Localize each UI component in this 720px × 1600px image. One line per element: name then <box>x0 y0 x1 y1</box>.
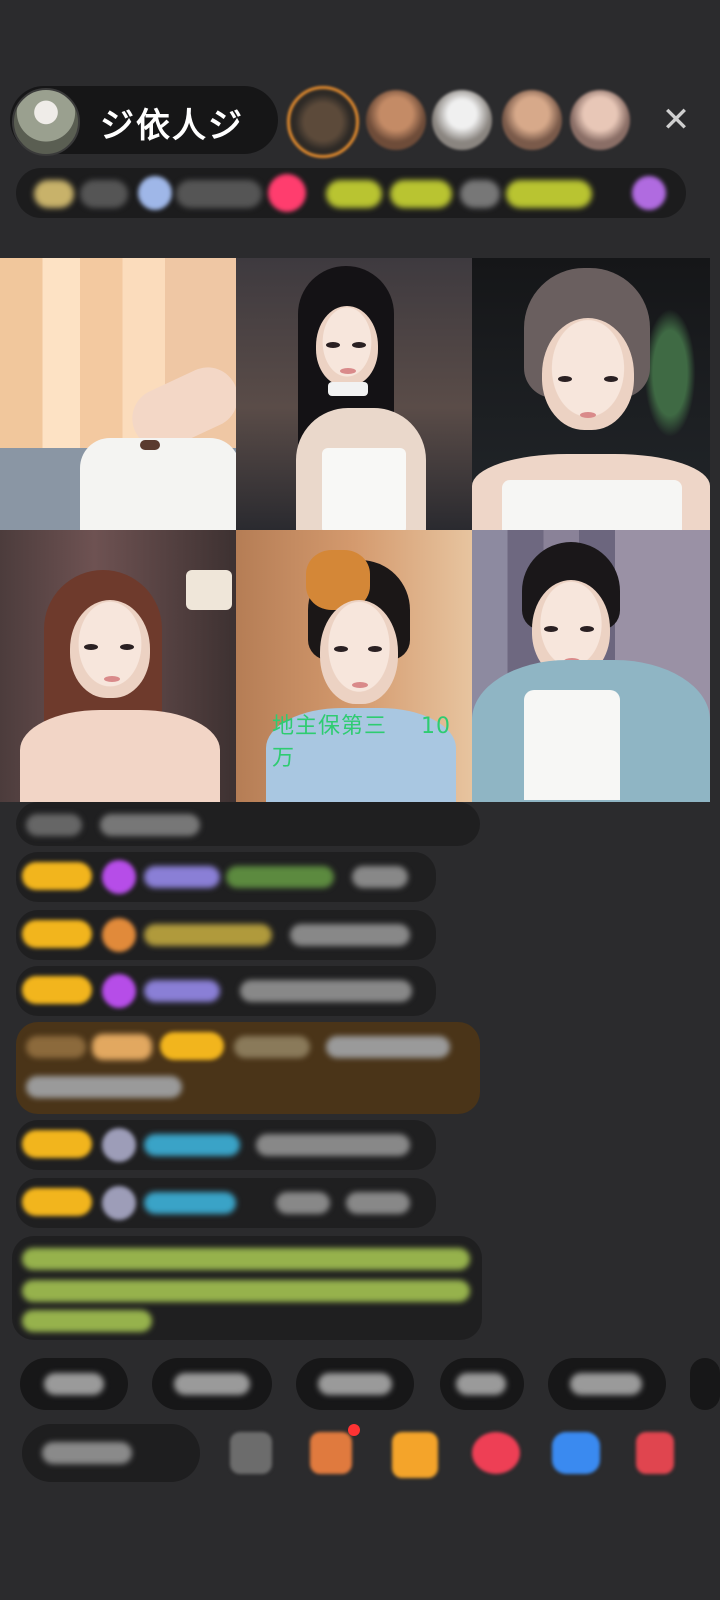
quick-reply-3[interactable] <box>296 1358 414 1410</box>
blurred-chat-text <box>226 866 334 888</box>
chat-message-1[interactable] <box>16 802 480 846</box>
user-avatar-icon <box>102 1186 136 1220</box>
video-tile-4[interactable] <box>0 530 236 802</box>
blurred-chat-text <box>256 1134 410 1156</box>
video-grid: 地主保第三 10万 <box>0 258 710 802</box>
blurred-rank-text <box>80 180 128 208</box>
blurred-chat-text <box>276 1192 330 1214</box>
blurred-notice-text <box>22 1310 152 1332</box>
blurred-status-icon <box>138 176 172 210</box>
user-level-badge <box>22 920 92 948</box>
viewer-avatar-2[interactable] <box>366 90 426 150</box>
blurred-rank-chip <box>34 180 74 208</box>
user-level-badge <box>22 1188 92 1216</box>
game-icon[interactable] <box>552 1432 600 1474</box>
blurred-user-name <box>144 924 272 946</box>
blurred-status-text <box>176 180 262 208</box>
video-tile-1[interactable] <box>0 258 236 530</box>
blurred-chat-text <box>290 924 410 946</box>
blurred-user-name <box>144 1134 240 1156</box>
blurred-user-name <box>234 1036 310 1058</box>
more-icon[interactable] <box>230 1432 272 1474</box>
video-tile-6[interactable] <box>472 530 710 802</box>
blurred-chat-text <box>346 1192 410 1214</box>
quick-reply-6[interactable] <box>690 1358 720 1410</box>
chat-input[interactable] <box>22 1424 200 1482</box>
viewer-avatar-4[interactable] <box>502 90 562 150</box>
gem-icon <box>102 974 136 1008</box>
viewer-avatar-5[interactable] <box>570 90 630 150</box>
quick-reply-4[interactable] <box>440 1358 524 1410</box>
red-envelope-icon[interactable] <box>472 1432 520 1474</box>
present-icon[interactable] <box>636 1432 674 1474</box>
viewer-avatar-3[interactable] <box>432 90 492 150</box>
user-avatar-icon <box>102 1128 136 1162</box>
blurred-notice-text <box>22 1280 470 1302</box>
blurred-chat-text <box>326 1036 450 1058</box>
blurred-notice-text <box>22 1248 470 1270</box>
gift-icon[interactable] <box>632 176 666 210</box>
blurred-chat-text <box>352 866 408 888</box>
blurred-notice-4 <box>506 180 592 208</box>
user-level-badge <box>22 976 92 1004</box>
blurred-chat-text <box>26 1076 182 1098</box>
blurred-user-name <box>144 980 220 1002</box>
video-tile-3[interactable] <box>472 258 710 530</box>
blurred-notice-1 <box>326 180 382 208</box>
video-tile-5[interactable]: 地主保第三 10万 <box>236 530 472 802</box>
blurred-chat-text <box>26 814 82 836</box>
tile-caption-rank: 地主保第三 10万 <box>272 708 472 772</box>
gem-icon <box>102 860 136 894</box>
gift-box-icon[interactable] <box>310 1432 352 1474</box>
blurred-user-level <box>26 1036 86 1058</box>
blurred-user-name <box>144 1192 236 1214</box>
blurred-user-level <box>92 1034 152 1060</box>
blurred-notice-3 <box>460 180 500 208</box>
quick-reply-2[interactable] <box>152 1358 272 1410</box>
host-name: ジ依人ジ <box>100 106 244 146</box>
viewer-avatar-1[interactable] <box>287 86 359 158</box>
blurred-chat-text <box>240 980 412 1002</box>
blurred-user-name <box>144 866 220 888</box>
user-level-badge <box>22 862 92 890</box>
caption-rank-text: 地主保第三 <box>272 714 388 739</box>
fan-badge-icon <box>102 918 136 952</box>
notification-dot <box>348 1424 360 1436</box>
quick-reply-5[interactable] <box>548 1358 666 1410</box>
treasure-icon[interactable] <box>392 1432 438 1478</box>
blurred-chat-text <box>100 814 200 836</box>
user-level-badge <box>22 1130 92 1158</box>
host-avatar[interactable] <box>12 88 80 156</box>
close-icon[interactable]: ✕ <box>656 100 696 140</box>
user-level-badge <box>160 1032 224 1060</box>
video-tile-2[interactable] <box>236 258 472 530</box>
blurred-notice-2 <box>390 180 452 208</box>
quick-reply-1[interactable] <box>20 1358 128 1410</box>
heart-icon[interactable] <box>268 174 306 212</box>
